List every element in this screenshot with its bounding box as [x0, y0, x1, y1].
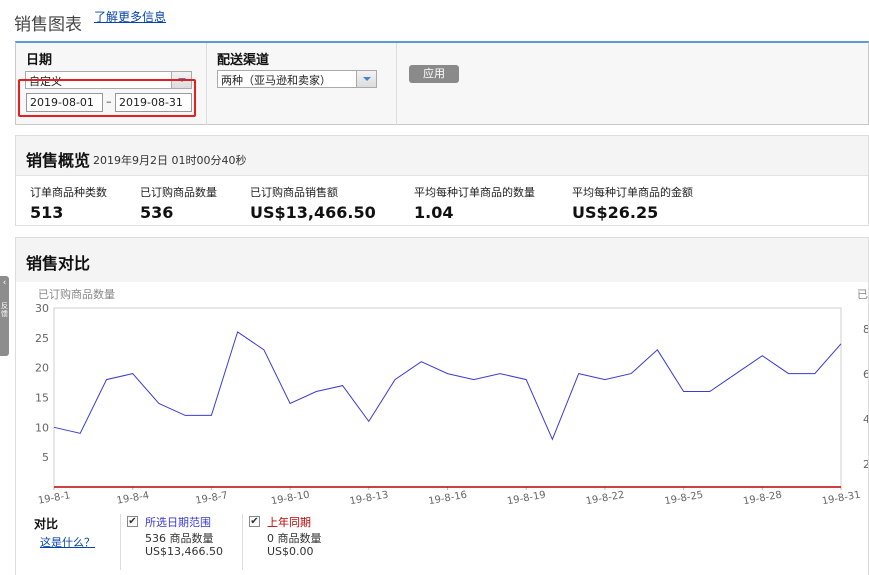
- metric-value: 513: [30, 203, 64, 222]
- start-date-input[interactable]: 2019-08-01: [26, 93, 103, 112]
- y-tick-label: 30: [35, 302, 49, 315]
- summary-timestamp: 2019年9月2日 01时00分40秒: [93, 154, 247, 167]
- date-filter-group: 日期 自定义 2019-08-01 – 2019-08-31: [16, 43, 207, 125]
- legend-name: 上年同期: [267, 516, 311, 529]
- x-tick-label: 19-8-25: [664, 490, 704, 508]
- y-tick-label: 10: [35, 421, 49, 434]
- sales-comparison-panel: 销售对比 已订购商品数量 已 5 10 15 20 25 30 8 6 4 2 19-8-1 19-8…: [15, 237, 869, 575]
- x-tick-label: 19-8-19: [506, 490, 546, 508]
- page-title: 销售图表: [14, 15, 82, 35]
- channel-value: 两种（亚马逊和卖家）: [221, 74, 331, 87]
- date-range-value: 自定义: [29, 75, 62, 88]
- x-tick-label: 19-8-10: [270, 490, 310, 508]
- metric-item: 已订购商品数量 536: [140, 184, 217, 222]
- feedback-tab-label: 反馈: [1, 302, 8, 318]
- x-tick-label: 19-8-1: [37, 490, 71, 507]
- comparison-legend: 对比 这是什么？ ✔ 所选日期范围 536 商品数量 US$13,466.50 …: [16, 512, 868, 575]
- y-tick-label: 25: [35, 332, 49, 345]
- summary-title: 销售概览: [26, 151, 91, 170]
- channel-filter-group: 配送渠道 两种（亚马逊和卖家）: [207, 43, 397, 125]
- x-tick-label: 19-8-22: [585, 490, 625, 508]
- legend-quantity: 0 商品数量: [267, 532, 322, 545]
- metric-label: 平均每种订单商品的数量: [414, 186, 535, 199]
- sales-line-chart: 5 10 15 20 25 30 8 6 4 2 19-8-1 19-8-4 19-8-7 19-8-10…: [35, 302, 868, 508]
- legend-checkbox[interactable]: ✔: [249, 516, 260, 527]
- date-separator: –: [106, 95, 112, 108]
- metric-value: 1.04: [414, 203, 454, 222]
- metric-item: 平均每种订单商品的数量 1.04: [414, 184, 535, 222]
- end-date-input[interactable]: 2019-08-31: [115, 93, 192, 112]
- plot-area: [53, 307, 842, 488]
- legend-checkbox[interactable]: ✔: [127, 516, 138, 527]
- x-tick-label: 19-8-13: [349, 490, 389, 508]
- legend-amount: US$13,466.50: [145, 545, 224, 558]
- metric-label: 已订购商品数量: [140, 186, 217, 199]
- legend-title: 对比: [34, 517, 59, 531]
- metric-value: US$13,466.50: [250, 203, 376, 222]
- x-tick-label: 19-8-28: [742, 490, 782, 508]
- legend-quantity: 536 商品数量: [145, 532, 214, 545]
- summary-header: 销售概览 2019年9月2日 01时00分40秒: [16, 136, 868, 176]
- metric-item: 订单商品种类数 513: [30, 184, 107, 222]
- metric-item: 平均每种订单商品的金额 US$26.25: [572, 184, 693, 222]
- metric-label: 订单商品种类数: [30, 186, 107, 199]
- date-range-select[interactable]: 自定义: [25, 71, 192, 89]
- y-right-tick-label: 2: [863, 458, 868, 471]
- filter-panel: 日期 自定义 2019-08-01 – 2019-08-31 配送渠道 两种（亚…: [15, 41, 869, 125]
- x-tick-label: 19-8-4: [116, 490, 150, 507]
- x-tick-label: 19-8-16: [428, 490, 468, 508]
- what-is-this-link[interactable]: 这是什么？: [40, 534, 95, 550]
- apply-button[interactable]: 应用: [409, 65, 459, 83]
- y-tick-label: 20: [35, 362, 49, 375]
- y-tick-label: 15: [35, 392, 49, 405]
- legend-divider: [242, 514, 243, 570]
- chevron-left-icon: ‹: [2, 278, 7, 288]
- channel-select[interactable]: 两种（亚马逊和卖家）: [217, 70, 377, 88]
- learn-more-link[interactable]: 了解更多信息: [94, 8, 166, 25]
- metric-value: 536: [140, 203, 174, 222]
- metric-label: 已订购商品销售额: [250, 186, 338, 199]
- legend-divider: [120, 514, 121, 570]
- channel-label: 配送渠道: [217, 53, 270, 68]
- chevron-down-icon[interactable]: [171, 72, 191, 88]
- metric-item: 已订购商品销售额 US$13,466.50: [250, 184, 376, 222]
- legend-amount: US$0.00: [267, 545, 314, 558]
- date-label: 日期: [26, 53, 53, 68]
- sales-summary-panel: 销售概览 2019年9月2日 01时00分40秒 订单商品种类数 513 已订购…: [15, 135, 869, 226]
- x-tick-label: 19-8-7: [195, 490, 229, 507]
- y-right-tick-label: 8: [863, 323, 868, 336]
- legend-name: 所选日期范围: [145, 516, 211, 529]
- y-right-tick-label: 4: [863, 413, 868, 426]
- feedback-side-tab[interactable]: ‹ 反馈: [0, 276, 9, 356]
- metric-label: 平均每种订单商品的金额: [572, 186, 693, 199]
- y-tick-label: 5: [42, 451, 49, 464]
- x-tick-label: 19-8-31: [821, 490, 861, 508]
- y-right-tick-label: 6: [863, 368, 868, 381]
- metric-value: US$26.25: [572, 203, 659, 222]
- chevron-down-icon[interactable]: [356, 71, 376, 87]
